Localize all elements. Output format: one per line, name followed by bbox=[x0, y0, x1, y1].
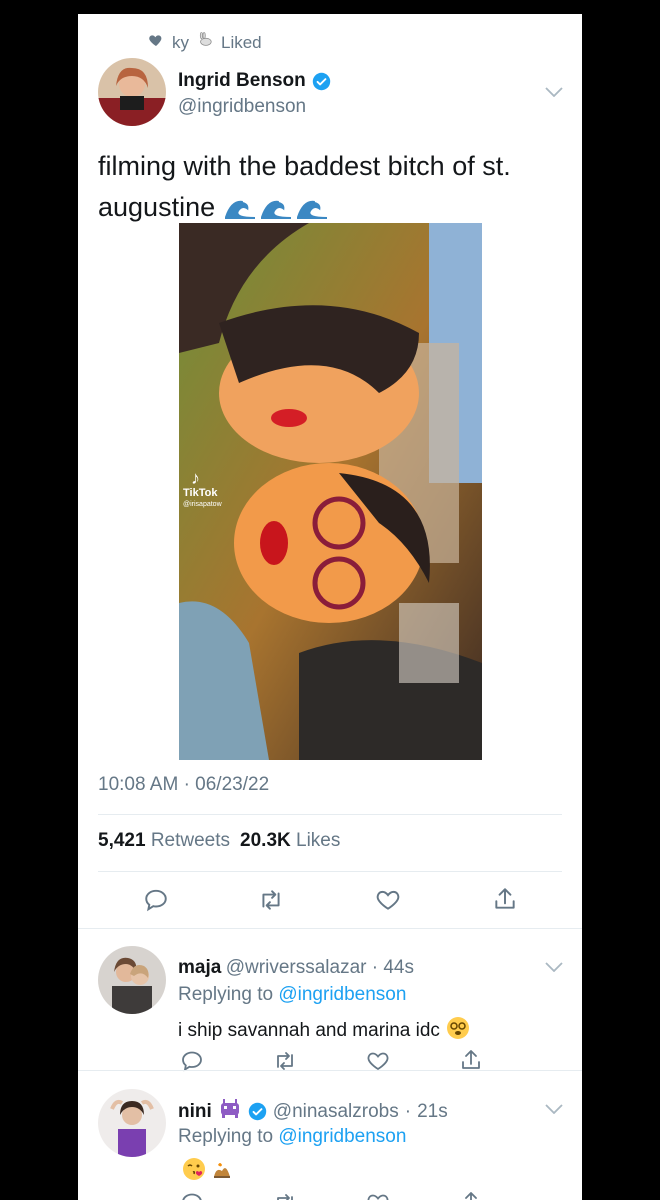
chevron-down-icon[interactable] bbox=[545, 1104, 563, 1114]
divider bbox=[98, 871, 562, 872]
retweet-icon[interactable] bbox=[258, 887, 284, 913]
alien-monster-emoji-icon bbox=[218, 1099, 242, 1124]
divider bbox=[98, 814, 562, 815]
chevron-down-icon[interactable] bbox=[545, 962, 563, 972]
tiktok-brand: TikTok bbox=[183, 487, 218, 499]
reply-age[interactable]: 21s bbox=[417, 1101, 448, 1123]
tweet-date: 06/23/22 bbox=[195, 774, 270, 795]
dizzy-face-emoji-icon bbox=[446, 1016, 470, 1046]
reply-handle[interactable]: @wriverssalazar bbox=[226, 957, 367, 978]
tiktok-watermark: ♪ TikTok @irisapatow bbox=[183, 469, 222, 511]
verified-badge-icon bbox=[248, 1102, 267, 1121]
social-context: ky Liked bbox=[148, 32, 262, 53]
heart-icon bbox=[148, 32, 164, 53]
replying-to-link[interactable]: @ingridbenson bbox=[278, 1126, 406, 1147]
fire-camel-emoji-icon bbox=[210, 1157, 234, 1187]
author-block[interactable]: Ingrid Benson @ingridbenson bbox=[178, 70, 331, 118]
like-heart-icon[interactable] bbox=[366, 1191, 390, 1200]
tweet-stats: 5,421 Retweets 20.3K Likes bbox=[98, 830, 340, 852]
share-icon[interactable] bbox=[459, 1048, 483, 1072]
author-avatar[interactable] bbox=[98, 58, 166, 126]
replying-to-prefix: Replying to bbox=[178, 1126, 274, 1147]
wave-emoji-icon bbox=[223, 195, 329, 221]
share-icon[interactable] bbox=[459, 1190, 483, 1200]
replying-to: Replying to @ingridbenson bbox=[178, 984, 406, 1006]
replying-to: Replying to @ingridbenson bbox=[178, 1126, 406, 1148]
reply-display-name[interactable]: maja bbox=[178, 957, 221, 978]
tweet-media-video[interactable]: ♪ TikTok @irisapatow bbox=[179, 223, 482, 760]
author-display-name[interactable]: Ingrid Benson bbox=[178, 70, 306, 92]
retweets-stat[interactable]: 5,421 Retweets bbox=[98, 830, 230, 852]
reply-item[interactable]: maja @wriverssalazar · 44s Replying to @… bbox=[78, 929, 582, 1072]
likes-stat[interactable]: 20.3K Likes bbox=[240, 830, 340, 852]
like-heart-icon[interactable] bbox=[375, 887, 401, 913]
tweet-text-line-2: augustine bbox=[98, 192, 216, 222]
retweets-count: 5,421 bbox=[98, 830, 146, 851]
tweet-text-line-1: filming with the baddest bitch of st. bbox=[98, 151, 511, 181]
chevron-down-icon[interactable] bbox=[545, 87, 563, 97]
tiktok-logo-icon: ♪ bbox=[191, 468, 200, 488]
reply-icon[interactable] bbox=[180, 1191, 204, 1200]
tweet-time: 10:08 AM bbox=[98, 774, 179, 795]
reply-text-content: i ship savannah and marina idc bbox=[178, 1020, 440, 1041]
likes-count: 20.3K bbox=[240, 830, 291, 851]
tweet-detail-card: ky Liked Ingrid Benson @ingridbenson fil… bbox=[78, 14, 582, 1200]
social-context-user[interactable]: ky bbox=[172, 33, 189, 53]
share-icon[interactable] bbox=[492, 886, 518, 912]
reply-text: i ship savannah and marina idc bbox=[178, 1016, 470, 1046]
tweet-text: filming with the baddest bitch of st. au… bbox=[98, 146, 558, 228]
reply-avatar[interactable] bbox=[98, 1089, 166, 1157]
reply-icon[interactable] bbox=[143, 887, 169, 913]
verified-badge-icon bbox=[312, 72, 331, 91]
face-blowing-kiss-emoji-icon bbox=[182, 1157, 206, 1187]
author-handle[interactable]: @ingridbenson bbox=[178, 96, 331, 118]
likes-label: Likes bbox=[296, 830, 341, 851]
rabbit-emoji-icon bbox=[197, 32, 213, 53]
social-context-action: Liked bbox=[221, 32, 262, 52]
replying-to-link[interactable]: @ingridbenson bbox=[278, 984, 406, 1005]
replying-to-prefix: Replying to bbox=[178, 984, 274, 1005]
reply-avatar[interactable] bbox=[98, 946, 166, 1014]
retweets-label: Retweets bbox=[150, 830, 231, 851]
retweet-icon[interactable] bbox=[273, 1191, 297, 1200]
reply-age[interactable]: 44s bbox=[383, 957, 414, 978]
reply-text bbox=[178, 1157, 234, 1187]
reply-display-name[interactable]: nini bbox=[178, 1101, 212, 1123]
tiktok-handle: @irisapatow bbox=[183, 501, 222, 508]
tweet-timestamp[interactable]: 10:08 AM · 06/23/22 bbox=[98, 774, 269, 796]
reply-item[interactable]: nini @ninasalzrobs · 21s Replying to @ingr… bbox=[78, 1071, 582, 1200]
reply-handle[interactable]: @ninasalzrobs bbox=[273, 1101, 399, 1123]
